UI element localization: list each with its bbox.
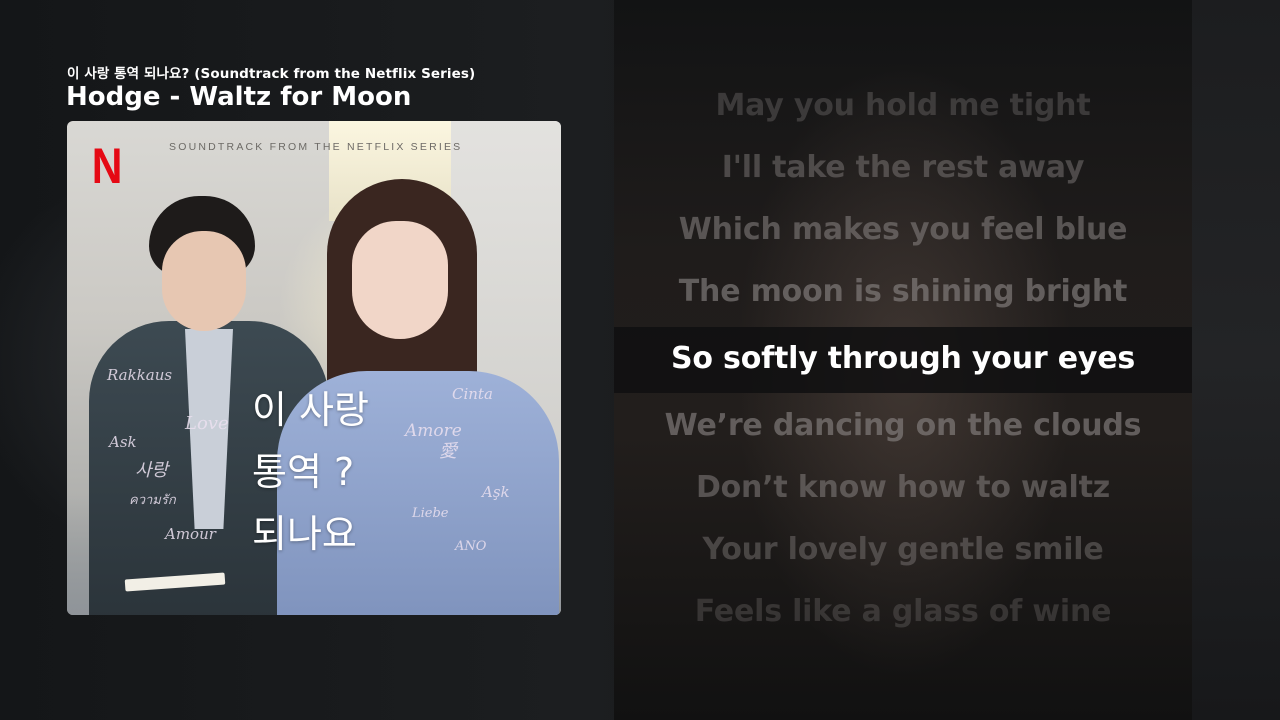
lyric-line[interactable]: Which makes you feel blue (614, 212, 1192, 247)
album-title: 이 사랑 통역 되나요? (Soundtrack from the Netfli… (67, 66, 476, 82)
cover-scribble: ความรัก (129, 493, 176, 508)
cover-scribble: Amour (165, 525, 216, 543)
netflix-logo-icon: N (91, 138, 123, 194)
lyric-line[interactable]: Don’t know how to waltz (614, 470, 1192, 505)
cover-woman-face (352, 221, 448, 339)
lyric-line[interactable]: Your lovely gentle smile (614, 532, 1192, 567)
cover-scribble: Aşk (482, 483, 510, 501)
lyric-line[interactable]: May you hold me tight (614, 88, 1192, 123)
album-cover: N SOUNDTRACK FROM THE NETFLIX SERIES Rak… (67, 121, 561, 615)
lyric-line[interactable]: Feels like a glass of wine (614, 594, 1192, 629)
cover-caption: SOUNDTRACK FROM THE NETFLIX SERIES (169, 141, 463, 153)
cover-scribble: Love (185, 413, 229, 434)
lyrics-panel: May you hold me tight I'll take the rest… (614, 0, 1192, 720)
lyric-line[interactable]: We’re dancing on the clouds (614, 408, 1192, 443)
cover-title-line: 이 사랑 (252, 388, 369, 432)
cover-scribble: Cinta (452, 385, 493, 403)
cover-title: 이 사랑 통역 ? 되나요 (252, 379, 369, 565)
lyric-line[interactable]: I'll take the rest away (614, 150, 1192, 185)
cover-scribble: Liebe (412, 506, 449, 521)
cover-scribble: ANO (455, 539, 487, 554)
lyric-line[interactable]: The moon is shining bright (614, 274, 1192, 309)
cover-scribble: Ask (109, 433, 137, 451)
cover-scribble: 사랑 (135, 460, 169, 481)
background-edge (1192, 0, 1280, 720)
cover-scribble: 愛 (439, 441, 457, 462)
track-title: Hodge - Waltz for Moon (66, 82, 412, 112)
cover-title-line: 되나요 (252, 512, 357, 556)
cover-title-line: 통역 ? (252, 450, 355, 494)
cover-man-face (162, 231, 246, 331)
lyric-line-active[interactable]: So softly through your eyes (614, 341, 1192, 376)
cover-scribble: Rakkaus (107, 366, 173, 384)
